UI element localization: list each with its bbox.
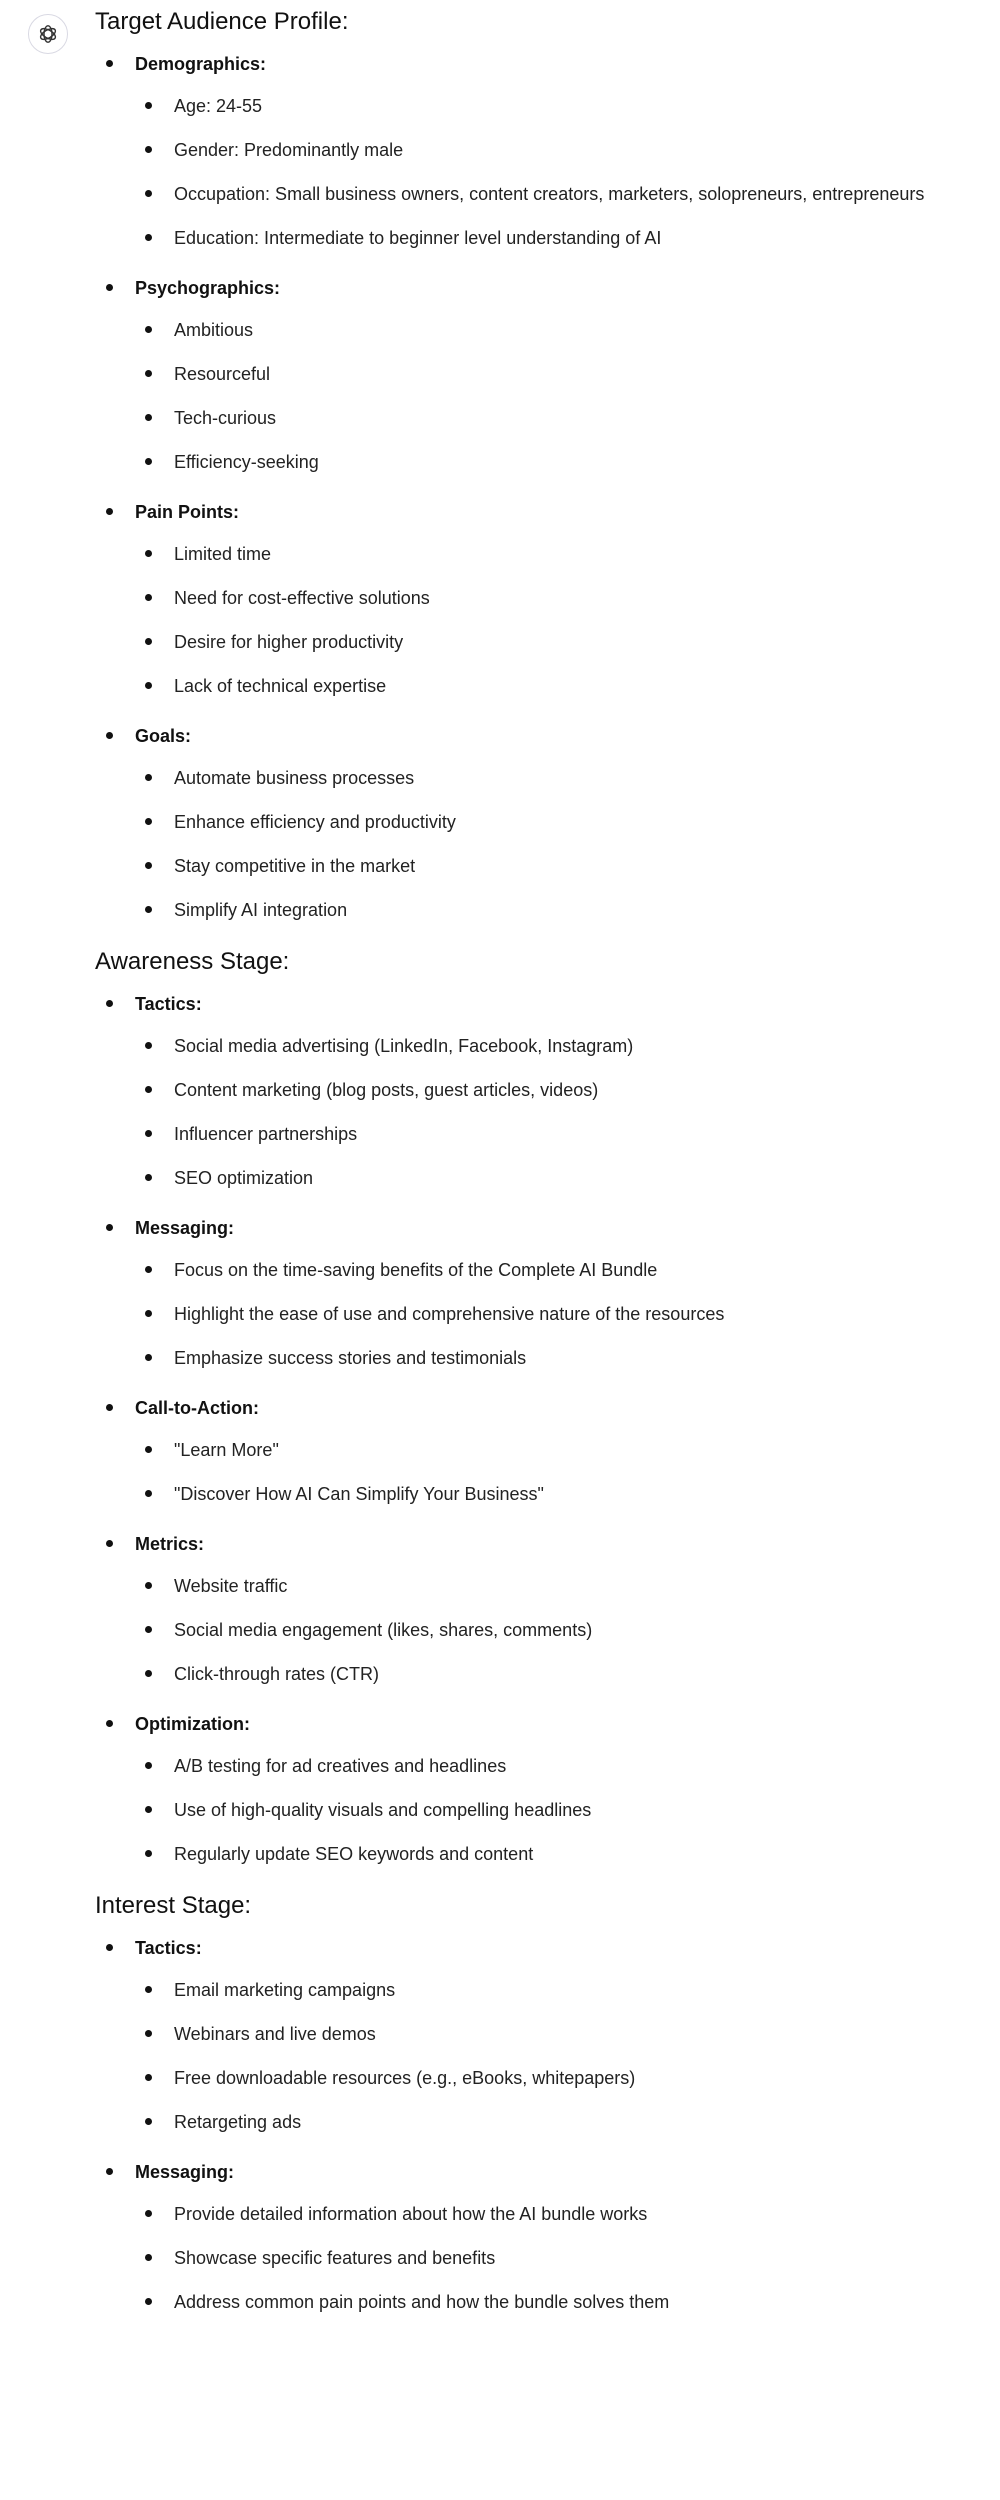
bullet-group-label: Optimization:	[95, 1704, 975, 1744]
list-item: Simplify AI integration	[95, 888, 975, 932]
bullet-group: Tactics: Email marketing campaigns Webinar…	[95, 1928, 975, 2152]
bullet-group-label: Call-to-Action:	[95, 1388, 975, 1428]
bullet-group: Psychographics: Ambitious Resourceful Tech-…	[95, 268, 975, 492]
bullet-group: Pain Points: Limited time Need for cost-ef…	[95, 492, 975, 716]
sub-bullet-list: Provide detailed information about how t…	[95, 2192, 975, 2332]
list-item: Address common pain points and how the b…	[95, 2280, 975, 2324]
bullet-group: Metrics: Website traffic Social media enga…	[95, 1524, 975, 1704]
list-item: Stay competitive in the market	[95, 844, 975, 888]
section-title: Awareness Stage:	[95, 948, 290, 975]
section-title: Interest Stage:	[95, 1892, 252, 1919]
bullet-group-label: Demographics:	[95, 44, 975, 84]
bullet-group-label: Goals:	[95, 716, 975, 756]
sub-bullet-list: Automate business processes Enhance effic…	[95, 756, 975, 940]
list-item: Resourceful	[95, 352, 975, 396]
sub-bullet-list: Focus on the time-saving benefits of the…	[95, 1248, 975, 1388]
list-item: "Learn More"	[95, 1428, 975, 1472]
assistant-avatar	[28, 14, 68, 54]
list-item: Regularly update SEO keywords and conten…	[95, 1832, 975, 1876]
list-item: Free downloadable resources (e.g., eBook…	[95, 2056, 975, 2100]
list-item: Focus on the time-saving benefits of the…	[95, 1248, 975, 1292]
sub-bullet-list: Website traffic Social media engagement (…	[95, 1564, 975, 1704]
list-item: Tech-curious	[95, 396, 975, 440]
list-item: Gender: Predominantly male	[95, 128, 975, 172]
list-item: Social media advertising (LinkedIn, Face…	[95, 1024, 975, 1068]
list-item: Automate business processes	[95, 756, 975, 800]
list-item: Highlight the ease of use and comprehens…	[95, 1292, 975, 1336]
list-item: "Discover How AI Can Simplify Your Busin…	[95, 1472, 975, 1516]
bullet-group: Demographics: Age: 24-55 Gender: Predomina…	[95, 44, 975, 268]
list-item: Occupation: Small business owners, conte…	[95, 172, 954, 216]
openai-logo-icon	[39, 25, 57, 43]
list-item: Website traffic	[95, 1564, 975, 1608]
list-item: A/B testing for ad creatives and headlin…	[95, 1744, 975, 1788]
list-item: Click-through rates (CTR)	[95, 1652, 975, 1696]
list-item: Ambitious	[95, 308, 975, 352]
section-title: Target Audience Profile:	[95, 8, 349, 35]
bullet-group: Tactics: Social media advertising (Linked…	[95, 984, 975, 1208]
sub-bullet-list: Age: 24-55 Gender: Predominantly male Occu…	[95, 84, 975, 268]
sub-bullet-list: Ambitious Resourceful Tech-curious Efficien…	[95, 308, 975, 492]
list-item: Limited time	[95, 532, 975, 576]
bullet-group: Goals: Automate business processes Enhance…	[95, 716, 975, 940]
list-item: Desire for higher productivity	[95, 620, 975, 664]
bullet-group: Optimization: A/B testing for ad creative…	[95, 1704, 975, 1884]
list-item: Social media engagement (likes, shares, …	[95, 1608, 975, 1652]
sub-bullet-list: "Learn More" "Discover How AI Can Simplif…	[95, 1428, 975, 1524]
sub-bullet-list: Social media advertising (LinkedIn, Face…	[95, 1024, 975, 1208]
sub-bullet-list: Limited time Need for cost-effective solu…	[95, 532, 975, 716]
list-item: Use of high-quality visuals and compelli…	[95, 1788, 975, 1832]
list-item: SEO optimization	[95, 1156, 975, 1200]
list-item: Showcase specific features and benefits	[95, 2236, 975, 2280]
sub-bullet-list: Email marketing campaigns Webinars and li…	[95, 1968, 975, 2152]
list-item: Webinars and live demos	[95, 2012, 975, 2056]
list-item: Age: 24-55	[95, 84, 975, 128]
assistant-message: Target Audience Profile: Demographics: Age…	[95, 0, 975, 2332]
list-item: Retargeting ads	[95, 2100, 975, 2144]
bullet-group-label: Messaging:	[95, 2152, 975, 2192]
list-item: Influencer partnerships	[95, 1112, 975, 1156]
list-item: Efficiency-seeking	[95, 440, 975, 484]
list-item: Provide detailed information about how t…	[95, 2192, 975, 2236]
bullet-group-label: Psychographics:	[95, 268, 975, 308]
bullet-group: Messaging: Focus on the time-saving benef…	[95, 1208, 975, 1388]
list-item: Email marketing campaigns	[95, 1968, 975, 2012]
sub-bullet-list: A/B testing for ad creatives and headlin…	[95, 1744, 975, 1884]
list-item: Content marketing (blog posts, guest art…	[95, 1068, 975, 1112]
bullet-group: Messaging: Provide detailed information a…	[95, 2152, 975, 2332]
list-item: Need for cost-effective solutions	[95, 576, 975, 620]
bullet-group-label: Pain Points:	[95, 492, 975, 532]
bullet-group-label: Tactics:	[95, 984, 975, 1024]
bullet-group-label: Tactics:	[95, 1928, 975, 1968]
bullet-group-label: Metrics:	[95, 1524, 975, 1564]
list-item: Emphasize success stories and testimonia…	[95, 1336, 975, 1380]
bullet-group-label: Messaging:	[95, 1208, 975, 1248]
list-item: Education: Intermediate to beginner leve…	[95, 216, 975, 260]
list-item: Lack of technical expertise	[95, 664, 975, 708]
list-item: Enhance efficiency and productivity	[95, 800, 975, 844]
bullet-group: Call-to-Action: "Learn More" "Discover How…	[95, 1388, 975, 1524]
